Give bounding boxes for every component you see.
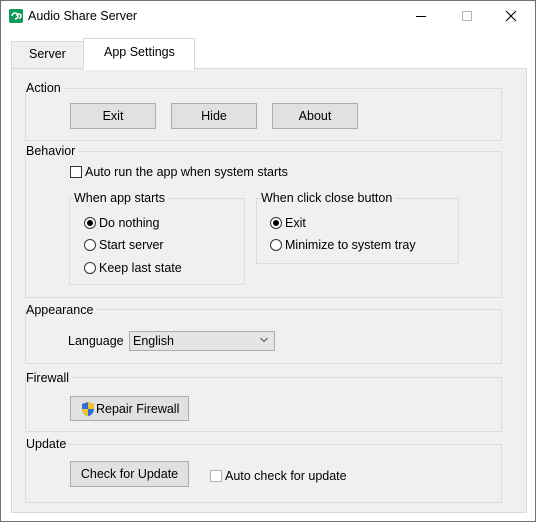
title-bar[interactable]: Audio Share Server [1, 1, 535, 32]
radio-start-server[interactable]: Start server [84, 238, 164, 252]
radio-start-server-dot[interactable] [84, 239, 96, 251]
behavior-group-label: Behavior [26, 144, 79, 158]
hide-button-label: Hide [201, 109, 227, 123]
when-close-group [256, 198, 459, 264]
autorun-checkbox-label: Auto run the app when system starts [85, 165, 288, 179]
check-update-label: Check for Update [80, 467, 179, 481]
firewall-group-label: Firewall [26, 371, 73, 385]
close-icon [505, 10, 517, 22]
tab-server-label: Server [29, 47, 66, 61]
hide-button[interactable]: Hide [171, 103, 257, 129]
radio-start-server-label: Start server [99, 238, 164, 252]
minimize-button[interactable] [399, 1, 445, 32]
about-button-label: About [298, 109, 332, 123]
chevron-down-icon [260, 337, 268, 343]
radio-minimize-tray-dot[interactable] [270, 239, 282, 251]
check-update-button[interactable]: Check for Update [70, 461, 189, 487]
repair-firewall-label: Repair Firewall [96, 402, 180, 416]
update-group-label: Update [26, 437, 70, 451]
radio-minimize-tray-label: Minimize to system tray [285, 238, 416, 252]
radio-keep-last-state-label: Keep last state [99, 261, 182, 275]
exit-button-label: Exit [102, 109, 124, 123]
minimize-icon [416, 16, 426, 17]
tab-server[interactable]: Server [11, 41, 85, 68]
when-app-starts-label: When app starts [74, 191, 169, 205]
exit-button[interactable]: Exit [70, 103, 156, 129]
maximize-icon [462, 11, 472, 21]
radio-close-exit[interactable]: Exit [270, 216, 306, 230]
radio-close-exit-label: Exit [285, 216, 306, 230]
auto-check-update-box[interactable] [210, 470, 222, 482]
tab-content-panel: Action Exit Hide About Behavior Auto run… [11, 68, 527, 513]
radio-do-nothing-dot[interactable] [84, 217, 96, 229]
action-group-label: Action [26, 81, 64, 95]
language-select-value: English [133, 334, 174, 348]
auto-check-update-checkbox[interactable]: Auto check for update [210, 469, 347, 483]
maximize-button[interactable] [445, 1, 491, 32]
language-label: Language [68, 334, 124, 348]
radio-do-nothing[interactable]: Do nothing [84, 216, 159, 230]
tab-app-settings-label: App Settings [104, 45, 175, 59]
auto-check-update-label: Auto check for update [225, 469, 347, 483]
language-select[interactable]: English [129, 331, 275, 351]
tab-app-settings[interactable]: App Settings [83, 38, 195, 70]
autorun-checkbox-box[interactable] [70, 166, 82, 178]
app-window: Audio Share Server Server App Settings A… [0, 0, 536, 522]
radio-do-nothing-label: Do nothing [99, 216, 160, 230]
app-logo-icon [9, 9, 23, 23]
close-button[interactable] [489, 1, 535, 32]
radio-close-exit-dot[interactable] [270, 217, 282, 229]
uac-shield-icon [82, 402, 94, 417]
radio-keep-last-state[interactable]: Keep last state [84, 261, 182, 275]
repair-firewall-button[interactable]: Repair Firewall [70, 396, 189, 421]
appearance-group-label: Appearance [26, 303, 97, 317]
when-close-label: When click close button [261, 191, 396, 205]
window-title: Audio Share Server [28, 9, 138, 23]
radio-minimize-tray[interactable]: Minimize to system tray [270, 238, 416, 252]
about-button[interactable]: About [272, 103, 358, 129]
radio-keep-last-state-dot[interactable] [84, 262, 96, 274]
autorun-checkbox[interactable]: Auto run the app when system starts [70, 165, 288, 179]
